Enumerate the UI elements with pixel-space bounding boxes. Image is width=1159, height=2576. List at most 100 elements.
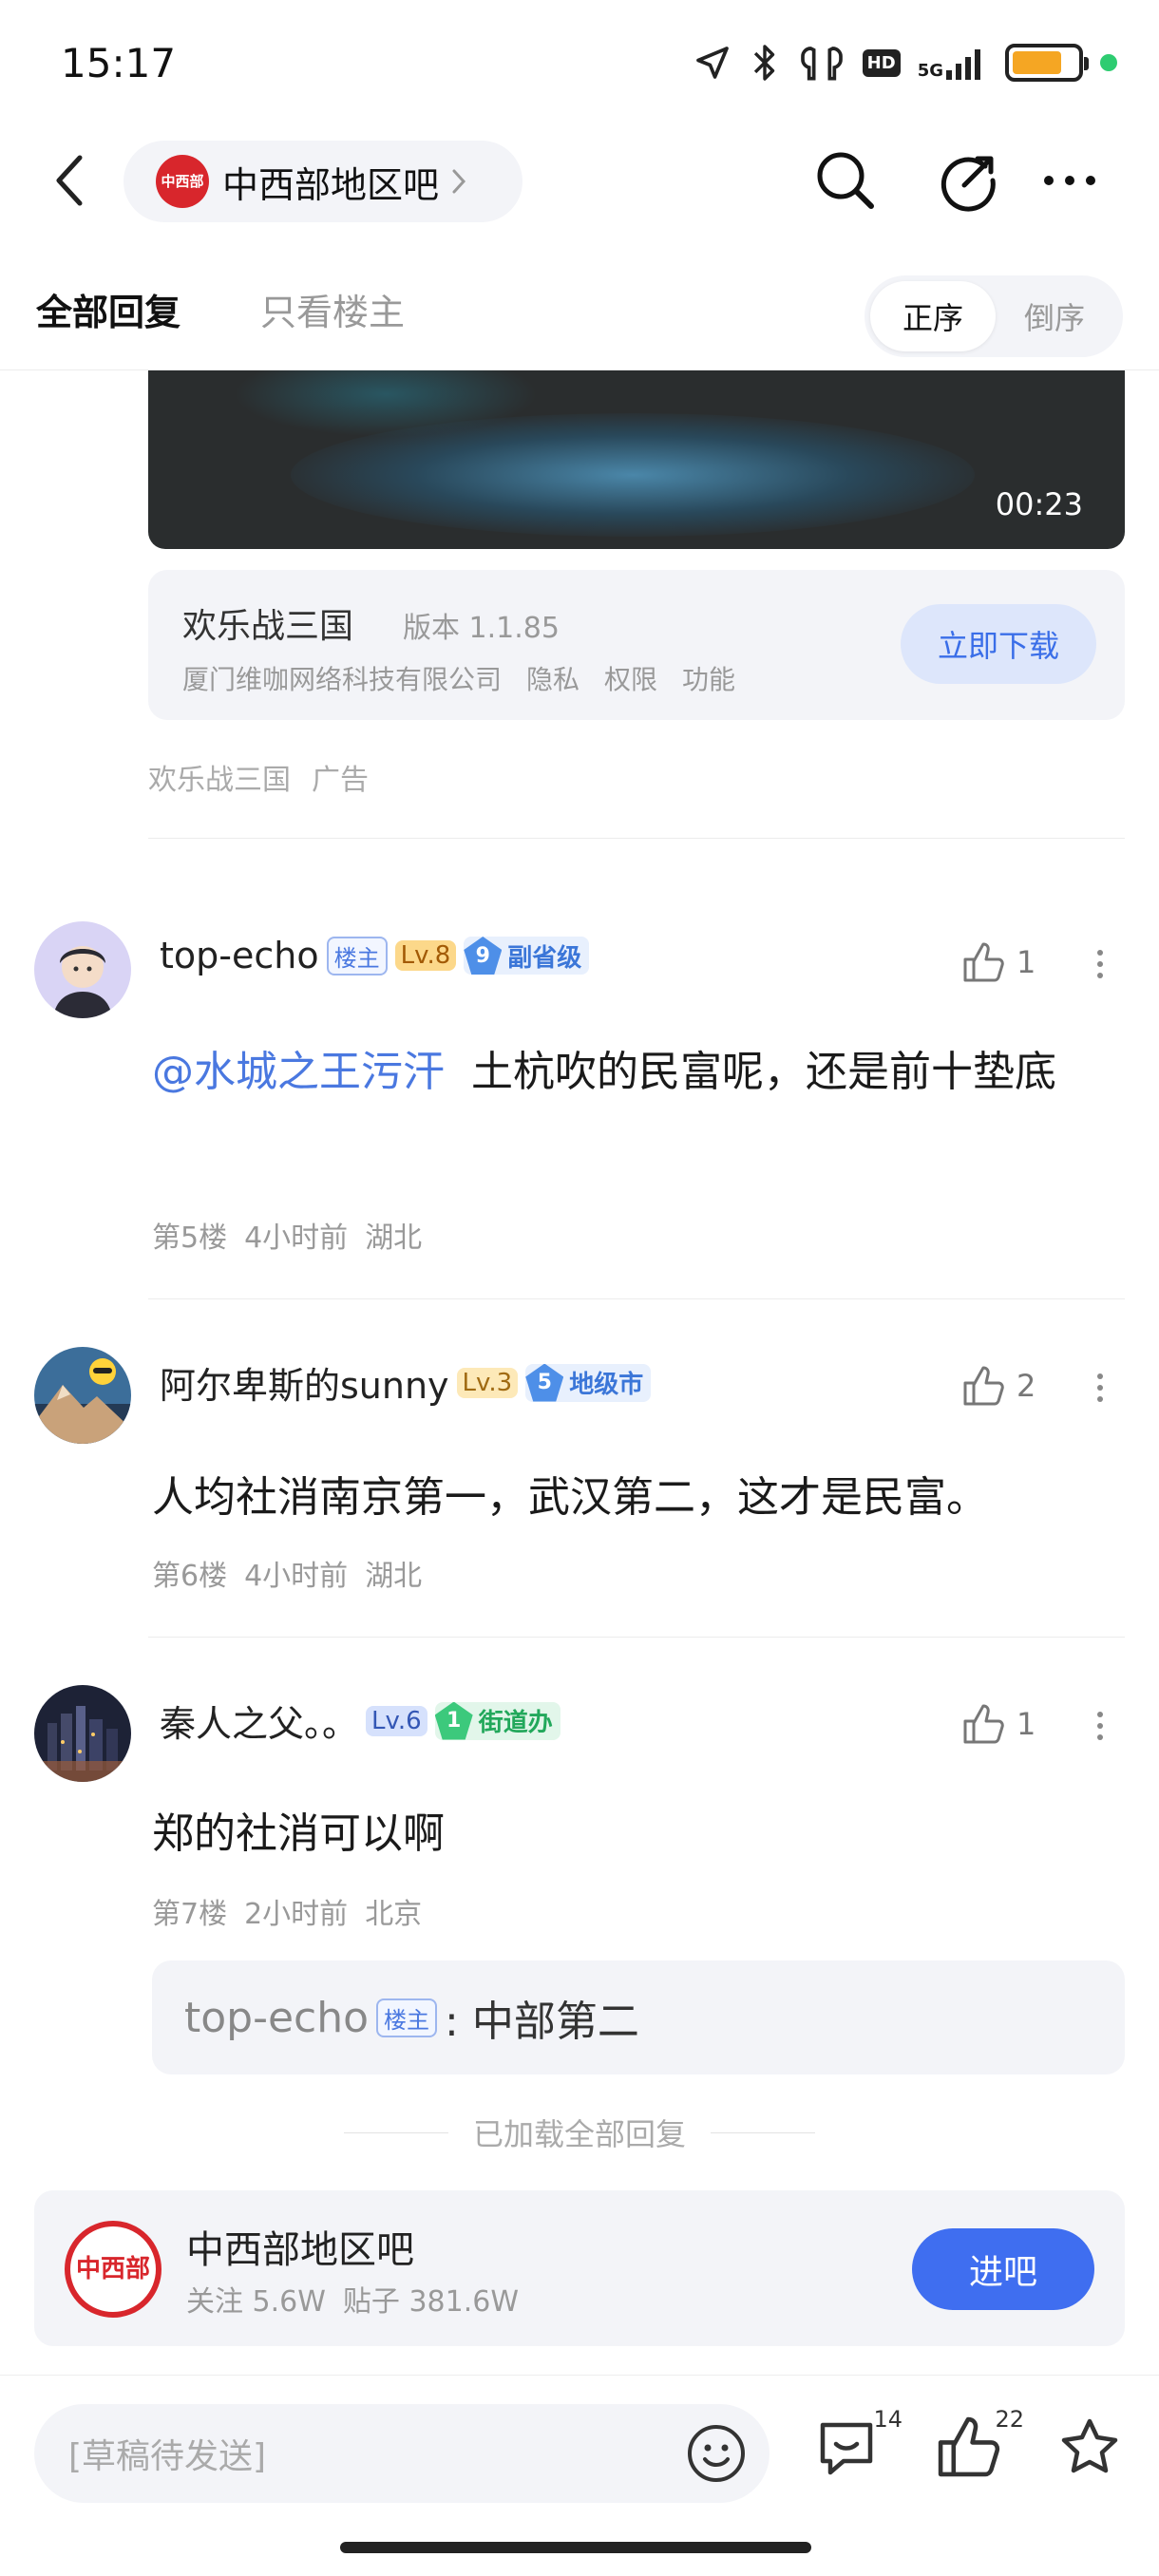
ip-location: 湖北 (365, 1222, 423, 1255)
post-time: 4小时前 (244, 1222, 349, 1255)
op-badge: 楼主 (376, 1998, 438, 2037)
bar-entry-pill[interactable]: 中西部 中西部地区吧 (124, 141, 522, 222)
share-button[interactable] (931, 142, 1007, 218)
bar-card-name: 中西部地区吧 (186, 2228, 414, 2272)
rank-badge: 1 街道办 (434, 1701, 560, 1740)
comment-body: 土杭吹的民富呢，还是前十垫底 (470, 1048, 1056, 1096)
ad-features-link[interactable]: 功能 (682, 659, 735, 697)
gem-icon: 5 (525, 1363, 564, 1402)
search-button[interactable] (808, 142, 884, 218)
video-frame-glow (291, 413, 975, 537)
bar-card-stats: 关注 5.6W 贴子 381.6W (186, 2278, 519, 2320)
video-duration: 00:23 (995, 486, 1083, 522)
back-button[interactable] (48, 152, 95, 209)
bar-card-logo: 中西部 (65, 2221, 162, 2318)
sort-toggle: 正序 倒序 (864, 275, 1123, 357)
thumbs-up-icon (963, 942, 1004, 982)
enter-bar-button[interactable]: 进吧 (912, 2228, 1094, 2310)
like-count: 2 (1016, 1368, 1036, 1404)
thumbs-up-icon (963, 1366, 1004, 1406)
rank-name: 副省级 (507, 943, 582, 973)
chevron-left-icon (56, 155, 83, 206)
ad-privacy-link[interactable]: 隐私 (526, 659, 580, 697)
reply-tabs: 全部回复 只看楼主 正序 倒序 (0, 266, 1159, 370)
level-badge: Lv.3 (456, 1367, 519, 1398)
favorite-button[interactable] (1056, 2414, 1142, 2499)
rank-name: 地级市 (569, 1371, 644, 1399)
sub-reply-text: : 中部第二 (445, 1998, 639, 2046)
comment-author: top-echo 楼主 Lv.8 9 副省级 (160, 935, 590, 976)
ad-app-name: 欢乐战三国 (182, 607, 354, 646)
location-arrow-icon (695, 47, 729, 79)
ad-video[interactable]: 00:23 (148, 370, 1125, 549)
divider (148, 1298, 1125, 1299)
thread-like-button[interactable]: 22 (935, 2406, 1024, 2499)
level-badge: Lv.6 (366, 1705, 428, 1736)
bar-card[interactable]: 中西部 中西部地区吧 关注 5.6W 贴子 381.6W 进吧 (34, 2190, 1125, 2346)
status-bar: 15:17 HD 5G (0, 0, 1159, 123)
sub-reply-author[interactable]: top-echo (184, 1994, 369, 2042)
avatar[interactable] (34, 1347, 131, 1444)
home-indicator[interactable] (340, 2542, 811, 2553)
op-badge: 楼主 (326, 936, 388, 975)
ad-app-meta: 厦门维咖网络科技有限公司 隐私 权限 功能 (182, 659, 735, 697)
rank-badge: 5 地级市 (525, 1363, 652, 1402)
posts-count: 贴子 381.6W (342, 2285, 520, 2319)
comments-button[interactable]: 14 (813, 2406, 902, 2499)
battery-icon (1005, 44, 1089, 82)
download-button[interactable]: 立即下载 (901, 604, 1096, 684)
username[interactable]: top-echo (160, 935, 319, 976)
loaded-all-text: 已加载全部回复 (472, 2116, 686, 2152)
tab-all-replies[interactable]: 全部回复 (36, 283, 180, 335)
like-button[interactable]: 1 (961, 1702, 1036, 1746)
avatar[interactable] (34, 921, 131, 1018)
username[interactable]: 阿尔卑斯的sunny (160, 1356, 449, 1409)
comment-meta: 第6楼 4小时前 湖北 (152, 1552, 422, 1594)
divider (148, 1637, 1125, 1638)
thumbs-up-icon (938, 2416, 1000, 2477)
sort-ascending-button[interactable]: 正序 (870, 281, 996, 351)
emoji-icon[interactable] (684, 2421, 749, 2486)
ad-permissions-link[interactable]: 权限 (604, 659, 657, 697)
post-time: 2小时前 (244, 1898, 349, 1931)
followers-count: 关注 5.6W (186, 2285, 326, 2319)
post-time: 4小时前 (244, 1560, 349, 1593)
mention-link[interactable]: @水城之王污汗 (152, 1048, 445, 1096)
ad-label[interactable]: 广告 (312, 756, 369, 798)
tab-op-only[interactable]: 只看楼主 (260, 283, 405, 335)
username[interactable]: 秦人之父。。 (160, 1695, 358, 1747)
ip-location: 湖北 (365, 1560, 423, 1593)
ad-app-version: 版本 1.1.85 (403, 612, 560, 645)
comment-meta: 第7楼 2小时前 北京 (152, 1890, 422, 1932)
privacy-dot-icon (1100, 54, 1117, 71)
comment-body: 郑的社消可以啊 (152, 1809, 445, 1858)
5g-signal-icon: 5G (918, 46, 988, 80)
like-button[interactable]: 1 (961, 940, 1036, 984)
more-options-button[interactable] (1032, 142, 1108, 218)
floor-number: 第7楼 (152, 1898, 228, 1931)
bar-name: 中西部地区吧 (222, 163, 440, 206)
sub-reply[interactable]: top-echo 楼主 : 中部第二 (152, 1960, 1125, 2074)
ad-company: 厦门维咖网络科技有限公司 (182, 664, 503, 695)
level-badge: Lv.8 (394, 940, 457, 971)
gem-icon: 9 (464, 937, 503, 975)
status-icons: HD 5G (694, 38, 1117, 87)
reply-input[interactable]: [草稿待发送] (34, 2404, 770, 2503)
comment-body: 人均社消南京第一，武汉第二，这才是民富。 (152, 1473, 988, 1522)
comment-more-button[interactable] (1091, 1706, 1110, 1746)
divider (148, 838, 1125, 839)
comment-more-button[interactable] (1091, 1368, 1110, 1408)
chevron-right-icon (452, 169, 466, 194)
avatar[interactable] (34, 1685, 131, 1782)
ad-app-card[interactable]: 欢乐战三国 版本 1.1.85 厦门维咖网络科技有限公司 隐私 权限 功能 立即… (148, 570, 1125, 720)
loaded-all-replies: 已加载全部回复 (0, 2111, 1159, 2154)
sort-descending-button[interactable]: 倒序 (992, 281, 1117, 351)
network-type: 5G (917, 61, 943, 81)
like-button[interactable]: 2 (961, 1364, 1036, 1408)
star-icon (1061, 2418, 1118, 2473)
comment-text: @水城之王污汗 土杭吹的民富呢，还是前十垫底 (152, 1030, 1112, 1115)
like-count: 1 (1016, 1706, 1036, 1742)
share-icon (940, 156, 996, 212)
ip-location: 北京 (365, 1898, 423, 1931)
comment-more-button[interactable] (1091, 944, 1110, 984)
